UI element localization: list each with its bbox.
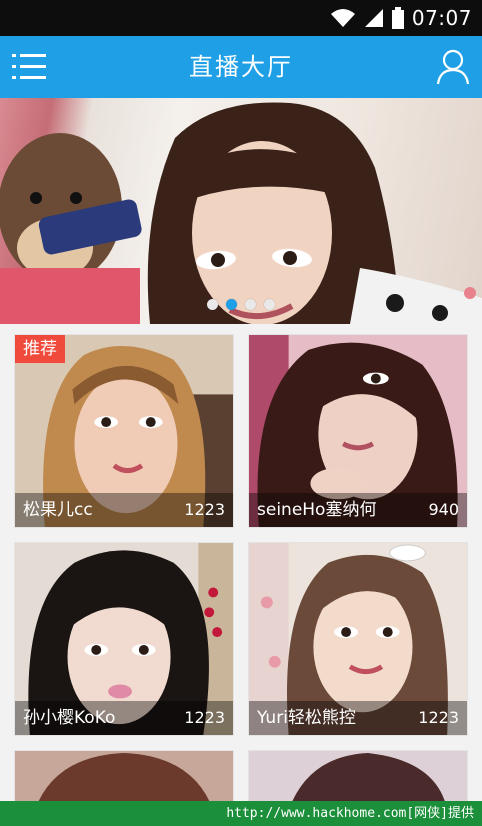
menu-icon xyxy=(12,54,46,79)
carousel-indicators xyxy=(0,299,482,313)
card-caption: Yuri轻松熊控 1223 xyxy=(249,701,467,735)
anchor-name: 松果儿cc xyxy=(23,500,93,520)
status-time: 07:07 xyxy=(411,6,472,30)
carousel-dot-active[interactable] xyxy=(226,299,237,310)
page-title: 直播大厅 xyxy=(189,53,293,81)
recommend-badge: 推荐 xyxy=(15,335,65,363)
viewer-count: 1223 xyxy=(184,708,225,727)
watermark-bar: http://www.hackhome.com[网侠]提供 xyxy=(0,801,482,826)
banner-carousel[interactable] xyxy=(0,98,482,324)
viewer-count: 940 xyxy=(428,500,459,519)
status-bar: 07:07 xyxy=(0,0,482,36)
anchor-card[interactable]: seineHo塞纳何 940 xyxy=(248,334,468,528)
banner-photo xyxy=(0,102,482,324)
card-caption: seineHo塞纳何 940 xyxy=(249,493,467,527)
anchor-card[interactable]: 推荐 松果儿cc 1223 xyxy=(14,334,234,528)
battery-icon xyxy=(391,7,404,29)
anchor-card[interactable]: 孙小樱KoKo 1223 xyxy=(14,542,234,736)
app-header: 直播大厅 xyxy=(0,36,482,98)
viewer-count: 1223 xyxy=(184,500,225,519)
signal-icon xyxy=(364,9,383,27)
menu-button[interactable] xyxy=(12,51,48,83)
card-caption: 孙小樱KoKo 1223 xyxy=(15,701,233,735)
carousel-dot[interactable] xyxy=(264,299,275,310)
wifi-icon xyxy=(330,9,355,27)
anchor-name: Yuri轻松熊控 xyxy=(257,708,356,728)
anchor-name: 孙小樱KoKo xyxy=(23,708,116,728)
card-caption: 松果儿cc 1223 xyxy=(15,493,233,527)
user-button[interactable] xyxy=(436,48,470,86)
anchor-card[interactable]: Yuri轻松熊控 1223 xyxy=(248,542,468,736)
user-icon xyxy=(436,49,470,85)
carousel-dot[interactable] xyxy=(207,299,218,310)
carousel-dot[interactable] xyxy=(245,299,256,310)
anchor-name: seineHo塞纳何 xyxy=(257,500,377,520)
viewer-count: 1223 xyxy=(418,708,459,727)
